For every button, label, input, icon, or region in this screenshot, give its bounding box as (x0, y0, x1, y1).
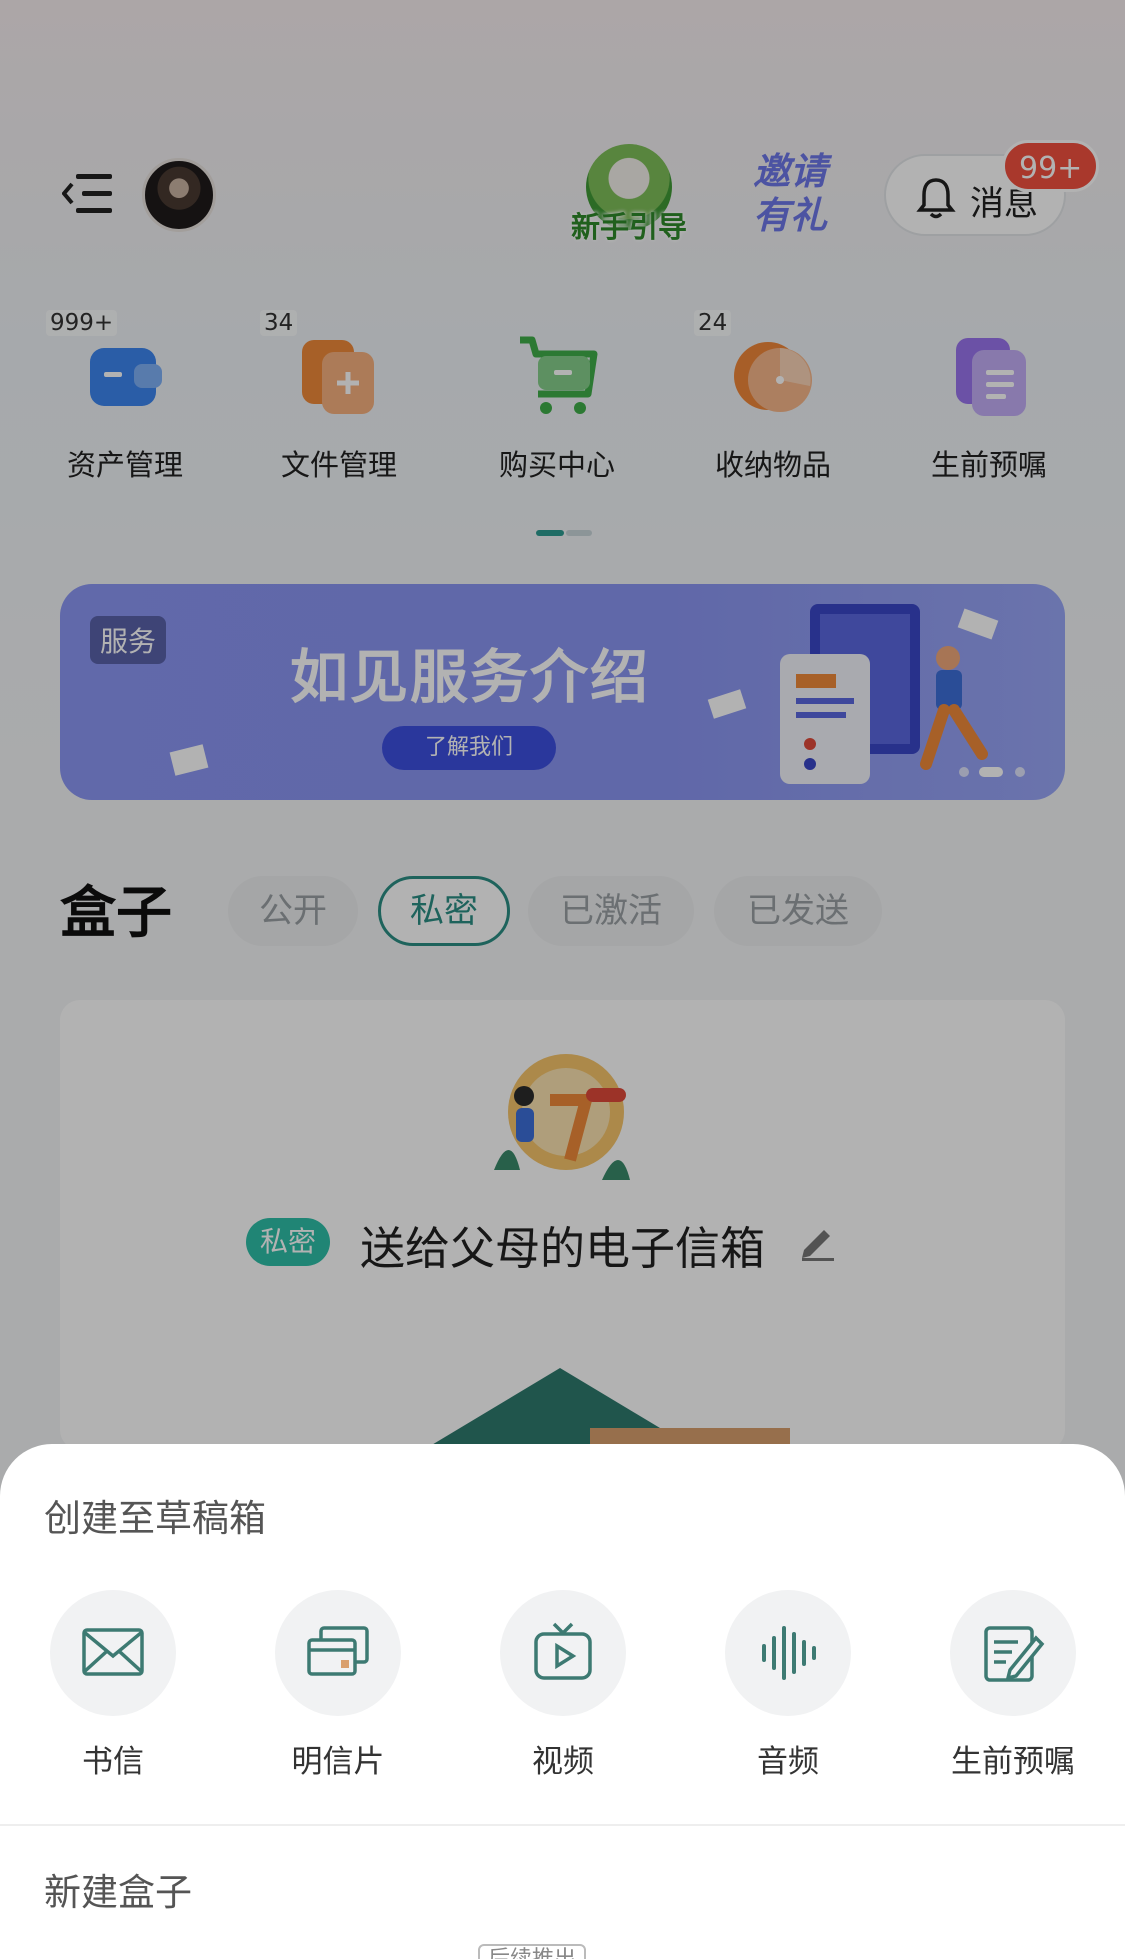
new-box-label: 新建盒子 (44, 1871, 192, 1914)
sheet-title: 创建至草稿箱 (44, 1497, 266, 1540)
audio-icon (762, 1626, 816, 1680)
create-item-label: 视频 (532, 1744, 594, 1780)
create-icon-circle (725, 1590, 851, 1716)
letter-icon (82, 1628, 144, 1676)
create-item-label: 音频 (757, 1744, 819, 1780)
create-item-label: 生前预嘱 (951, 1744, 1075, 1780)
create-item-label: 书信 (82, 1744, 144, 1780)
sheet-divider (0, 1824, 1125, 1826)
video-icon (534, 1622, 592, 1680)
create-video-button[interactable]: 视频 (478, 1590, 648, 1780)
postcard-icon (307, 1626, 369, 1676)
will-edit-icon (984, 1626, 1045, 1682)
create-postcard-button[interactable]: 明信片 (253, 1590, 423, 1780)
coming-soon-badge: 后续推出 (478, 1944, 587, 1959)
create-item-label: 明信片 (291, 1744, 385, 1780)
create-bottom-sheet: 创建至草稿箱 书信 明信片 视频 音频 生前预嘱 新建盒子 (0, 1444, 1125, 1959)
create-letter-button[interactable]: 书信 (28, 1590, 198, 1780)
create-icon-circle (50, 1590, 176, 1716)
create-advance-directive-button[interactable]: 生前预嘱 (928, 1590, 1098, 1780)
create-audio-button[interactable]: 音频 (703, 1590, 873, 1780)
create-icon-circle (500, 1590, 626, 1716)
create-icon-circle (275, 1590, 401, 1716)
create-icon-circle (950, 1590, 1076, 1716)
